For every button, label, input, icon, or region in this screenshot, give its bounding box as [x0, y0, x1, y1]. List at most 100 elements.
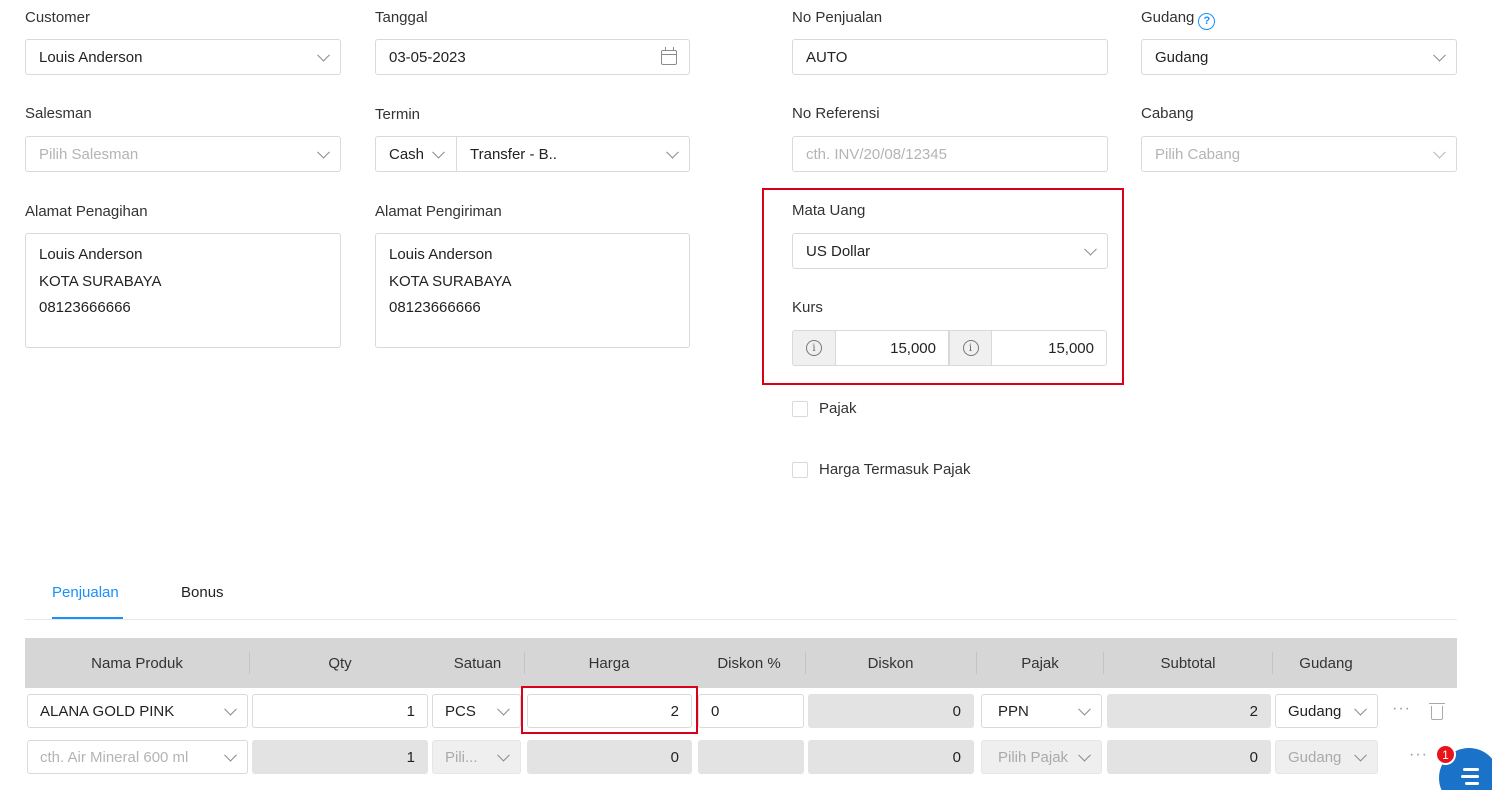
termin-label: Termin	[375, 106, 421, 123]
row2-harga-input[interactable]: 0	[527, 740, 692, 774]
harga-termasuk-pajak-label: Harga Termasuk Pajak	[819, 461, 971, 478]
alamat-penagihan-textarea[interactable]: Louis Anderson KOTA SURABAYA 08123666666	[25, 233, 341, 348]
row2-pajak-placeholder: Pilih Pajak	[998, 748, 1069, 766]
row2-more-icon[interactable]: ···	[1409, 746, 1428, 764]
chevron-down-icon	[1433, 145, 1446, 159]
row2-subtotal: 0	[1107, 740, 1271, 774]
row2-harga-value: 0	[670, 748, 679, 766]
tanggal-date-picker[interactable]: 03-05-2023	[375, 39, 690, 75]
gudang-label: Gudang?	[1141, 9, 1216, 30]
termin-method-select[interactable]: Transfer - B..	[456, 136, 690, 172]
row1-produk-select[interactable]: ALANA GOLD PINK	[27, 694, 248, 728]
row2-pajak-select[interactable]: Pilih Pajak	[981, 740, 1102, 774]
tab-bonus[interactable]: Bonus	[181, 584, 224, 601]
row2-subtotal-value: 0	[1249, 748, 1258, 766]
mata-uang-select[interactable]: US Dollar	[792, 233, 1108, 269]
no-referensi-placeholder: cth. INV/20/08/12345	[806, 145, 947, 163]
row2-satuan-placeholder: Pili...	[445, 748, 478, 766]
row1-harga-input[interactable]: 2	[527, 694, 692, 728]
calendar-icon	[661, 47, 677, 65]
chevron-down-icon	[1078, 748, 1091, 762]
row1-pajak-value: PPN	[998, 702, 1029, 720]
customer-select[interactable]: Louis Anderson	[25, 39, 341, 75]
salesman-select[interactable]: Pilih Salesman	[25, 136, 341, 172]
row1-diskon-pct-value: 0	[711, 702, 720, 720]
chevron-down-icon	[317, 48, 330, 62]
th-diskon-pct: Diskon %	[717, 654, 781, 672]
row1-gudang-select[interactable]: Gudang	[1275, 694, 1378, 728]
chevron-down-icon	[224, 748, 237, 762]
no-penjualan-input[interactable]: AUTO	[792, 39, 1108, 75]
termin-type-value: Cash	[389, 145, 425, 163]
row2-gudang-value: Gudang	[1288, 748, 1342, 766]
row2-diskon-input[interactable]: 0	[808, 740, 974, 774]
help-icon[interactable]: ?	[1198, 12, 1216, 30]
notification-badge: 1	[1435, 744, 1456, 765]
gudang-label-text: Gudang	[1141, 9, 1195, 26]
row1-more-icon[interactable]: ···	[1392, 700, 1411, 718]
th-qty: Qty	[328, 654, 352, 672]
termin-type-select[interactable]: Cash	[375, 136, 457, 172]
chevron-down-icon	[1433, 48, 1446, 62]
row1-diskon-pct-input[interactable]: 0	[698, 694, 804, 728]
pajak-checkbox-label: Pajak	[819, 400, 857, 417]
row1-qty-value: 1	[406, 702, 415, 720]
row1-qty-input[interactable]: 1	[252, 694, 428, 728]
th-nama-produk: Nama Produk	[91, 654, 183, 672]
row2-diskon-pct-input[interactable]	[698, 740, 804, 774]
th-diskon: Diskon	[867, 654, 914, 672]
customer-value: Louis Anderson	[39, 48, 143, 66]
kurs-input-1[interactable]: 15,000	[836, 330, 949, 366]
alamat-pengiriman-line: KOTA SURABAYA	[389, 272, 512, 290]
chevron-down-icon	[497, 702, 510, 716]
table-header: Nama Produk Qty Satuan Harga Diskon % Di…	[25, 638, 1457, 688]
chevron-down-icon	[317, 145, 330, 159]
row1-gudang-value: Gudang	[1288, 702, 1342, 720]
cabang-label: Cabang	[1141, 105, 1194, 122]
row1-satuan-select[interactable]: PCS	[432, 694, 521, 728]
row2-qty-value: 1	[406, 748, 415, 766]
alamat-penagihan-label: Alamat Penagihan	[25, 203, 148, 220]
row2-produk-select[interactable]: cth. Air Mineral 600 ml	[27, 740, 248, 774]
row1-diskon-input[interactable]: 0	[808, 694, 974, 728]
th-harga: Harga	[588, 654, 630, 672]
chevron-down-icon	[666, 145, 679, 159]
gudang-select[interactable]: Gudang	[1141, 39, 1457, 75]
row2-gudang-select[interactable]: Gudang	[1275, 740, 1378, 774]
th-subtotal: Subtotal	[1160, 654, 1216, 672]
th-satuan: Satuan	[453, 654, 502, 672]
cabang-select[interactable]: Pilih Cabang	[1141, 136, 1457, 172]
row2-satuan-select[interactable]: Pili...	[432, 740, 521, 774]
alamat-penagihan-line: 08123666666	[39, 299, 131, 316]
row1-satuan-value: PCS	[445, 702, 476, 720]
row2-qty-input[interactable]: 1	[252, 740, 428, 774]
alamat-pengiriman-line: 08123666666	[389, 299, 481, 316]
no-referensi-label: No Referensi	[792, 105, 880, 122]
alamat-pengiriman-textarea[interactable]: Louis Anderson KOTA SURABAYA 08123666666	[375, 233, 690, 348]
tab-penjualan[interactable]: Penjualan	[52, 584, 119, 601]
kurs-info-addon-2: i	[949, 330, 992, 366]
no-referensi-input[interactable]: cth. INV/20/08/12345	[792, 136, 1108, 172]
chevron-down-icon	[224, 702, 237, 716]
no-penjualan-label: No Penjualan	[792, 9, 883, 26]
chevron-down-icon	[1084, 242, 1097, 256]
harga-termasuk-pajak-checkbox[interactable]	[792, 462, 808, 478]
menu-lines-icon	[1461, 768, 1479, 789]
salesman-label: Salesman	[25, 105, 92, 122]
alamat-penagihan-line: KOTA SURABAYA	[39, 272, 162, 290]
alamat-pengiriman-line: Louis Anderson	[389, 246, 493, 263]
th-pajak: Pajak	[1021, 654, 1059, 672]
pajak-checkbox[interactable]	[792, 401, 808, 417]
row1-trash-icon[interactable]	[1429, 703, 1445, 720]
row1-pajak-select[interactable]: PPN	[981, 694, 1102, 728]
row1-produk-value: ALANA GOLD PINK	[40, 702, 175, 720]
row1-harga-value: 2	[670, 702, 679, 720]
tanggal-value: 03-05-2023	[389, 48, 466, 66]
info-icon: i	[962, 340, 979, 356]
tabs-divider	[25, 619, 1457, 620]
kurs-input-2[interactable]: 15,000	[992, 330, 1107, 366]
kurs-value-2: 15,000	[1048, 339, 1094, 357]
chevron-down-icon	[1078, 702, 1091, 716]
chevron-down-icon	[1354, 748, 1367, 762]
salesman-placeholder: Pilih Salesman	[39, 145, 139, 163]
